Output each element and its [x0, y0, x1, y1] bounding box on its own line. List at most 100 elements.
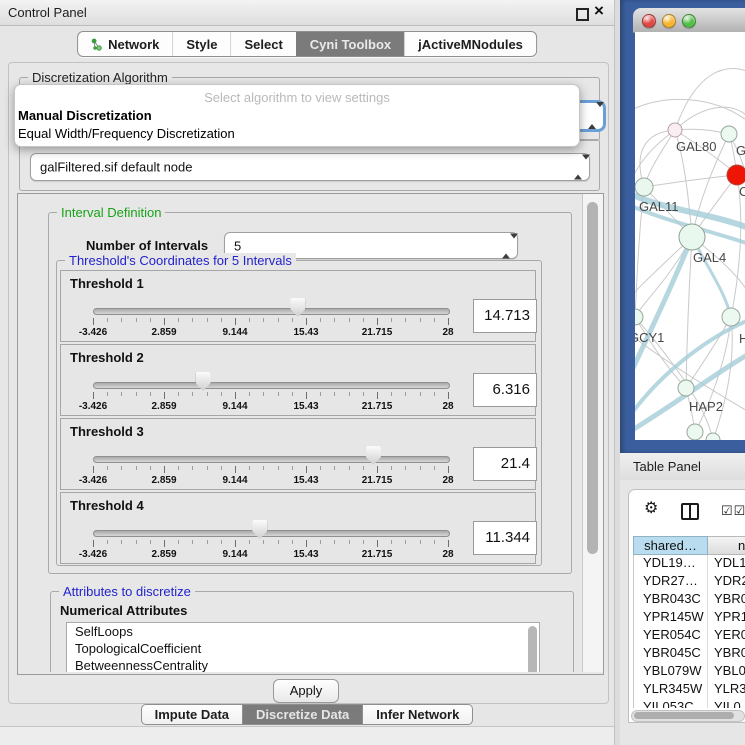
- network-node[interactable]: [678, 380, 694, 396]
- threshold-slider-track[interactable]: [93, 308, 450, 315]
- cell-name[interactable]: YBR0: [708, 645, 745, 663]
- tab-jactivemnodules[interactable]: jActiveMNodules: [404, 32, 536, 56]
- cell-shared-name[interactable]: YBR043C: [634, 591, 708, 609]
- algorithm-option-manual[interactable]: Manual Discretization: [15, 107, 579, 125]
- cell-shared-name[interactable]: YIL053C: [634, 699, 708, 708]
- cell-name[interactable]: YLR3: [708, 681, 745, 699]
- tick-label: 21.715: [347, 401, 407, 412]
- table-row[interactable]: YBL079WYBL0: [634, 663, 745, 681]
- network-canvas[interactable]: GAL80GACGAL11GAL4GCY1HHAP2: [635, 32, 745, 440]
- table-hscrollbar[interactable]: [631, 710, 745, 722]
- gear-icon[interactable]: ⚙: [644, 501, 658, 517]
- table-row[interactable]: YDR27…YDR2: [634, 573, 745, 591]
- network-node[interactable]: [635, 178, 653, 196]
- threshold-value-field[interactable]: 21.4: [473, 447, 537, 481]
- network-edge[interactable]: [686, 237, 692, 388]
- tick-minor: [320, 318, 321, 322]
- network-node[interactable]: [668, 123, 682, 137]
- cell-name[interactable]: YER0: [708, 627, 745, 645]
- threshold-panel-1: Threshold 1-3.4262.8599.14415.4321.71528…: [60, 270, 536, 342]
- threshold-slider-track[interactable]: [93, 456, 450, 463]
- attribute-item[interactable]: SelfLoops: [67, 623, 539, 640]
- network-node[interactable]: [635, 309, 643, 325]
- attribute-item[interactable]: BetweennessCentrality: [67, 657, 539, 672]
- cell-name[interactable]: YDL1: [708, 555, 745, 573]
- tab-cyni-toolbox[interactable]: Cyni Toolbox: [296, 32, 404, 56]
- cell-name[interactable]: YPR1: [708, 609, 745, 627]
- settings-scrollbar[interactable]: [582, 194, 603, 672]
- tick-label: 21.715: [347, 475, 407, 486]
- cell-name[interactable]: YBR0: [708, 591, 745, 609]
- tab-select[interactable]: Select: [230, 32, 295, 56]
- tick-minor: [278, 540, 279, 544]
- table-row[interactable]: YBR045CYBR0: [634, 645, 745, 663]
- tab-network[interactable]: Network: [78, 32, 172, 56]
- cell-shared-name[interactable]: YBR045C: [634, 645, 708, 663]
- table-row[interactable]: YLR345WYLR3: [634, 681, 745, 699]
- attribute-item[interactable]: TopologicalCoefficient: [67, 640, 539, 657]
- close-traffic-light[interactable]: [642, 14, 656, 28]
- number-of-intervals-stepper[interactable]: [502, 238, 510, 253]
- zoom-traffic-light[interactable]: [682, 14, 696, 28]
- algorithm-select-stepper[interactable]: [588, 107, 596, 125]
- cell-shared-name[interactable]: YBL079W: [634, 663, 708, 681]
- tab-style[interactable]: Style: [172, 32, 230, 56]
- table-row[interactable]: YBR043CYBR0: [634, 591, 745, 609]
- threshold-panel-2: Threshold 2-3.4262.8599.14415.4321.71528…: [60, 344, 536, 416]
- bottom-tab-infer-network[interactable]: Infer Network: [363, 704, 473, 725]
- network-edge[interactable]: [675, 107, 745, 130]
- apply-button[interactable]: Apply: [273, 679, 339, 703]
- table-row[interactable]: YDL19…YDL1: [634, 555, 745, 573]
- network-node[interactable]: [679, 224, 705, 250]
- network-edge[interactable]: [644, 130, 675, 187]
- algorithm-option-equal-width[interactable]: Equal Width/Frequency Discretization: [15, 125, 579, 143]
- column-header-shared-name[interactable]: shared…: [633, 536, 708, 555]
- threshold-slider-track[interactable]: [93, 530, 450, 537]
- columns-icon[interactable]: [681, 503, 699, 520]
- table-row[interactable]: YER054CYER0: [634, 627, 745, 645]
- settings-scrollbar-thumb[interactable]: [587, 202, 598, 554]
- threshold-panel-3: Threshold 3-3.4262.8599.14415.4321.71528…: [60, 418, 536, 490]
- column-header-name[interactable]: na: [708, 536, 745, 555]
- network-edge-highlighted[interactable]: [635, 237, 692, 377]
- tick-label: 15.43: [276, 549, 336, 560]
- table-data-select[interactable]: galFiltered.sif default node: [30, 153, 590, 181]
- bottom-tab-discretize-data[interactable]: Discretize Data: [243, 704, 363, 725]
- float-window-icon[interactable]: [576, 8, 589, 21]
- cell-shared-name[interactable]: YPR145W: [634, 609, 708, 627]
- tick-minor: [150, 540, 151, 544]
- network-node[interactable]: [721, 126, 737, 142]
- cell-shared-name[interactable]: YDL19…: [634, 555, 708, 573]
- table-data-select-stepper[interactable]: [574, 160, 582, 175]
- minimize-traffic-light[interactable]: [662, 14, 676, 28]
- network-edge[interactable]: [644, 175, 737, 187]
- network-node[interactable]: [727, 165, 745, 185]
- tick-minor: [334, 466, 335, 470]
- attributes-list-scrollbar[interactable]: [528, 625, 538, 672]
- cell-shared-name[interactable]: YER054C: [634, 627, 708, 645]
- cell-name[interactable]: YIL0: [708, 699, 745, 708]
- network-node-label: GAL11: [639, 199, 679, 214]
- cell-shared-name[interactable]: YLR345W: [634, 681, 708, 699]
- table-row[interactable]: YPR145WYPR1: [634, 609, 745, 627]
- threshold-value-field[interactable]: 6.316: [473, 373, 537, 407]
- network-node[interactable]: [706, 433, 720, 440]
- table-hscrollbar-thumb[interactable]: [634, 712, 734, 719]
- numerical-attributes-list[interactable]: SelfLoopsTopologicalCoefficientBetweenne…: [66, 622, 540, 672]
- network-window-titlebar[interactable]: [633, 8, 745, 33]
- cell-name[interactable]: YDR2: [708, 573, 745, 591]
- close-icon[interactable]: ×: [594, 1, 604, 21]
- network-node[interactable]: [687, 424, 703, 440]
- cell-name[interactable]: YBL0: [708, 663, 745, 681]
- tick-label: 28: [418, 327, 478, 338]
- attributes-list-scrollbar-thumb[interactable]: [528, 626, 537, 672]
- table-row[interactable]: YIL053CYIL0: [634, 699, 745, 708]
- threshold-slider-track[interactable]: [93, 382, 450, 389]
- network-graph[interactable]: GAL80GACGAL11GAL4GCY1HHAP2: [635, 32, 745, 440]
- cell-shared-name[interactable]: YDR27…: [634, 573, 708, 591]
- bottom-tab-impute-data[interactable]: Impute Data: [141, 704, 243, 725]
- checkboxes-icon[interactable]: ☑☑: [721, 503, 745, 519]
- threshold-value-field[interactable]: 14.713: [473, 299, 537, 333]
- threshold-value-field[interactable]: 11.344: [473, 521, 537, 555]
- network-node[interactable]: [722, 308, 740, 326]
